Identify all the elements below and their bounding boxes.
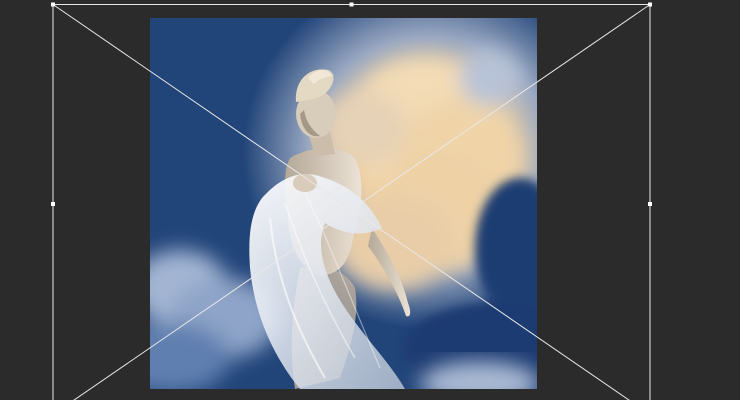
transform-handle-middle-left[interactable] bbox=[51, 202, 55, 206]
composited-photo bbox=[150, 18, 537, 389]
transform-handle-middle-right[interactable] bbox=[648, 202, 652, 206]
transform-handle-top-left[interactable] bbox=[51, 2, 55, 7]
transform-handle-top-center[interactable] bbox=[349, 2, 354, 7]
transform-handle-top-right[interactable] bbox=[648, 2, 652, 7]
document-canvas[interactable] bbox=[150, 18, 537, 389]
photo-editor-workspace bbox=[0, 0, 740, 400]
